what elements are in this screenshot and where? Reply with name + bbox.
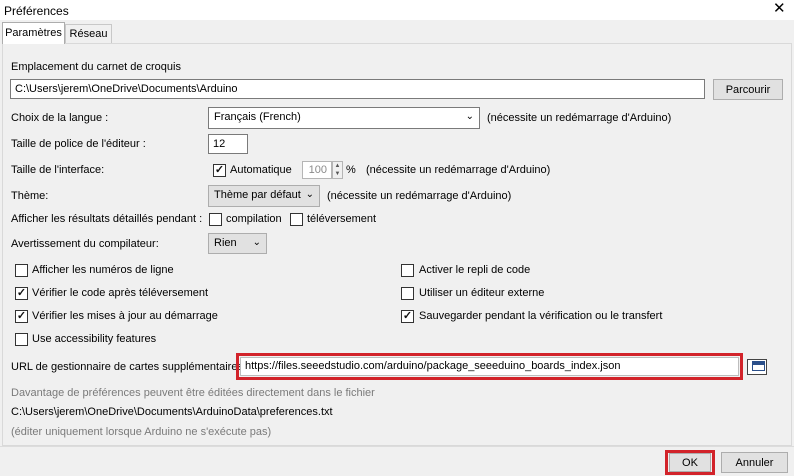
check-updates-checkbox[interactable] bbox=[15, 310, 28, 323]
verify-after-upload-label: Vérifier le code après téléversement bbox=[32, 287, 209, 299]
verbose-compile-label: compilation bbox=[226, 213, 282, 225]
save-on-verify-label: Sauvegarder pendant la vérification ou l… bbox=[419, 310, 663, 322]
line-numbers-checkbox[interactable] bbox=[15, 264, 28, 277]
theme-selected: Thème par défaut bbox=[214, 189, 301, 201]
verbose-label: Afficher les résultats détaillés pendant… bbox=[11, 213, 203, 225]
external-editor-label: Utiliser un éditeur externe bbox=[419, 287, 545, 299]
language-note: (nécessite un redémarrage d'Arduino) bbox=[487, 112, 672, 124]
more-prefs-hint: Davantage de préférences peuvent être éd… bbox=[11, 387, 375, 399]
check-updates-label: Vérifier les mises à jour au démarrage bbox=[32, 310, 218, 322]
auto-scale-label: Automatique bbox=[230, 164, 292, 176]
code-folding-checkbox[interactable] bbox=[401, 264, 414, 277]
font-size-label: Taille de police de l'éditeur : bbox=[11, 138, 146, 150]
language-selected: Français (French) bbox=[214, 111, 301, 123]
chevron-down-icon: ⌄ bbox=[252, 237, 261, 248]
boards-url-label: URL de gestionnaire de cartes supplément… bbox=[11, 361, 243, 373]
scale-note: (nécessite un redémarrage d'Arduino) bbox=[366, 164, 551, 176]
warnings-select[interactable]: Rien ⌄ bbox=[208, 233, 267, 254]
auto-scale-checkbox[interactable] bbox=[213, 164, 226, 177]
verify-after-upload-checkbox[interactable] bbox=[15, 287, 28, 300]
theme-label: Thème: bbox=[11, 190, 49, 202]
tab-parametres[interactable]: Paramètres bbox=[2, 22, 65, 44]
warnings-selected: Rien bbox=[214, 237, 237, 249]
line-numbers-label: Afficher les numéros de ligne bbox=[32, 264, 174, 276]
cancel-button[interactable]: Annuler bbox=[721, 452, 788, 473]
sketchbook-path-input[interactable]: C:\Users\jerem\OneDrive\Documents\Arduin… bbox=[10, 79, 705, 99]
save-on-verify-checkbox[interactable] bbox=[401, 310, 414, 323]
chevron-down-icon[interactable]: ▼ bbox=[333, 170, 342, 178]
verbose-upload-checkbox[interactable] bbox=[290, 213, 303, 226]
browse-button[interactable]: Parcourir bbox=[713, 79, 783, 100]
accessibility-label: Use accessibility features bbox=[32, 333, 157, 345]
font-size-input[interactable]: 12 bbox=[208, 134, 248, 154]
interface-scale-label: Taille de l'interface: bbox=[11, 164, 105, 176]
theme-note: (nécessite un redémarrage d'Arduino) bbox=[327, 190, 512, 202]
ok-button[interactable]: OK bbox=[669, 453, 711, 472]
verbose-compile-checkbox[interactable] bbox=[209, 213, 222, 226]
tab-reseau[interactable]: Réseau bbox=[65, 24, 112, 43]
preferences-file-path[interactable]: C:\Users\jerem\OneDrive\Documents\Arduin… bbox=[11, 406, 333, 418]
chevron-down-icon: ⌄ bbox=[305, 189, 314, 200]
theme-select[interactable]: Thème par défaut ⌄ bbox=[208, 185, 320, 207]
language-select[interactable]: Français (French) ⌄ bbox=[208, 107, 480, 129]
external-editor-checkbox[interactable] bbox=[401, 287, 414, 300]
scale-value-input[interactable]: 100 bbox=[302, 161, 332, 179]
chevron-down-icon: ⌄ bbox=[465, 111, 474, 122]
accessibility-checkbox[interactable] bbox=[15, 333, 28, 346]
window-title: Préférences bbox=[4, 4, 69, 18]
more-prefs-note: (éditer uniquement lorsque Arduino ne s'… bbox=[11, 426, 272, 438]
open-url-list-icon[interactable] bbox=[747, 359, 767, 375]
scale-unit: % bbox=[346, 164, 356, 176]
scale-stepper[interactable]: ▲ ▼ bbox=[332, 161, 343, 179]
verbose-upload-label: téléversement bbox=[307, 213, 377, 225]
chevron-up-icon[interactable]: ▲ bbox=[333, 162, 342, 170]
boards-url-input[interactable]: https://files.seeedstudio.com/arduino/pa… bbox=[240, 357, 739, 376]
sketchbook-label: Emplacement du carnet de croquis bbox=[11, 61, 181, 73]
title-bar: Préférences ✕ bbox=[0, 0, 794, 20]
close-icon[interactable]: ✕ bbox=[773, 1, 786, 17]
code-folding-label: Activer le repli de code bbox=[419, 264, 531, 276]
language-label: Choix de la langue : bbox=[11, 112, 109, 124]
warnings-label: Avertissement du compilateur: bbox=[11, 238, 159, 250]
